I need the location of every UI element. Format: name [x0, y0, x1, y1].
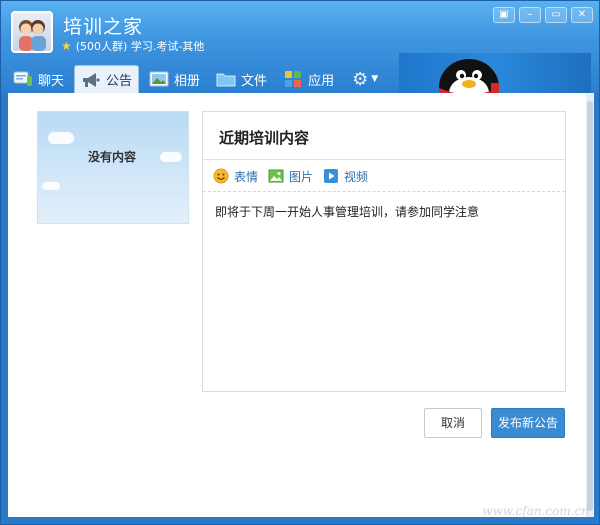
group-info: ★ (500人群) 学习.考试-其他: [61, 38, 204, 54]
minimize-icon[interactable]: –: [519, 7, 541, 23]
penguin-banner: [399, 53, 591, 93]
group-name: 培训之家: [63, 16, 144, 38]
tab-chat-label: 聊天: [38, 73, 65, 89]
cloud-decoration-icon: [160, 152, 182, 162]
image-button[interactable]: 图片: [268, 168, 313, 185]
group-info-text: (500人群) 学习.考试-其他: [75, 40, 205, 53]
tab-files-label: 文件: [241, 73, 268, 89]
apps-icon: [285, 71, 302, 87]
video-button[interactable]: 视频: [323, 168, 368, 185]
pin-icon[interactable]: ▣: [493, 7, 515, 23]
window-controls: ▣ – ▭ ✕: [493, 7, 593, 23]
announcement-body-textarea[interactable]: 即将于下周一开始人事管理培训，请参加同学注意: [215, 203, 479, 220]
empty-state-text: 没有内容: [88, 150, 137, 164]
tab-album[interactable]: 相册: [143, 65, 206, 93]
settings-menu-button[interactable]: ⚙ ▼: [344, 65, 386, 93]
editor-toolbar: 表情 图片 视频: [213, 164, 368, 188]
cloud-decoration-icon: [42, 182, 60, 190]
image-label: 图片: [289, 169, 314, 184]
album-icon: [149, 71, 169, 87]
tab-album-label: 相册: [174, 73, 201, 89]
toolbar-divider: [203, 191, 565, 192]
cloud-decoration-icon: [48, 132, 74, 144]
close-icon[interactable]: ✕: [571, 7, 593, 23]
publish-announcement-button[interactable]: 发布新公告: [491, 408, 565, 438]
tab-bar: 聊天 公告 相册 文件 应用 ⚙ ▼: [7, 63, 386, 93]
tab-files[interactable]: 文件: [210, 65, 273, 93]
chat-icon: [13, 71, 32, 86]
penguin-mascot-icon: [439, 59, 499, 93]
divider: [203, 159, 565, 160]
tab-announcement[interactable]: 公告: [74, 65, 140, 93]
announcement-editor: 近期培训内容 表情 图片 视频 即将于下周一开始人事管理培训，请参加同学注意: [202, 111, 566, 392]
tab-chat[interactable]: 聊天: [7, 65, 70, 93]
scrollbar-thumb[interactable]: [587, 101, 593, 511]
tab-announcement-label: 公告: [106, 74, 133, 89]
folder-icon: [216, 73, 236, 87]
announcement-panel: 没有内容 近期培训内容 表情 图片 视频 即将于下周一开始人事管理培训，请参加同…: [8, 93, 586, 517]
announcement-preview-card: 没有内容: [37, 111, 189, 224]
title-bar: 培训之家 ★ (500人群) 学习.考试-其他 ▣ – ▭ ✕ 聊天 公告 相册…: [1, 1, 599, 93]
video-icon: [324, 169, 339, 183]
emoji-icon: [213, 168, 229, 184]
emoji-label: 表情: [234, 169, 259, 184]
emoji-button[interactable]: 表情: [213, 168, 258, 185]
tab-apps[interactable]: 应用: [277, 65, 340, 93]
chevron-down-icon: ▼: [371, 74, 379, 84]
qq-group-window: 培训之家 ★ (500人群) 学习.考试-其他 ▣ – ▭ ✕ 聊天 公告 相册…: [0, 0, 600, 525]
group-avatar[interactable]: [11, 11, 53, 53]
video-label: 视频: [344, 169, 369, 184]
maximize-icon[interactable]: ▭: [545, 7, 567, 23]
tab-apps-label: 应用: [308, 73, 335, 89]
gear-icon: ⚙: [352, 68, 369, 90]
watermark: www.cfan.com.cn: [482, 504, 589, 518]
image-icon: [268, 169, 284, 183]
star-icon: ★: [61, 39, 72, 53]
announcement-title-input[interactable]: 近期培训内容: [219, 127, 309, 148]
cancel-button[interactable]: 取消: [424, 408, 482, 438]
megaphone-icon: [83, 72, 100, 87]
